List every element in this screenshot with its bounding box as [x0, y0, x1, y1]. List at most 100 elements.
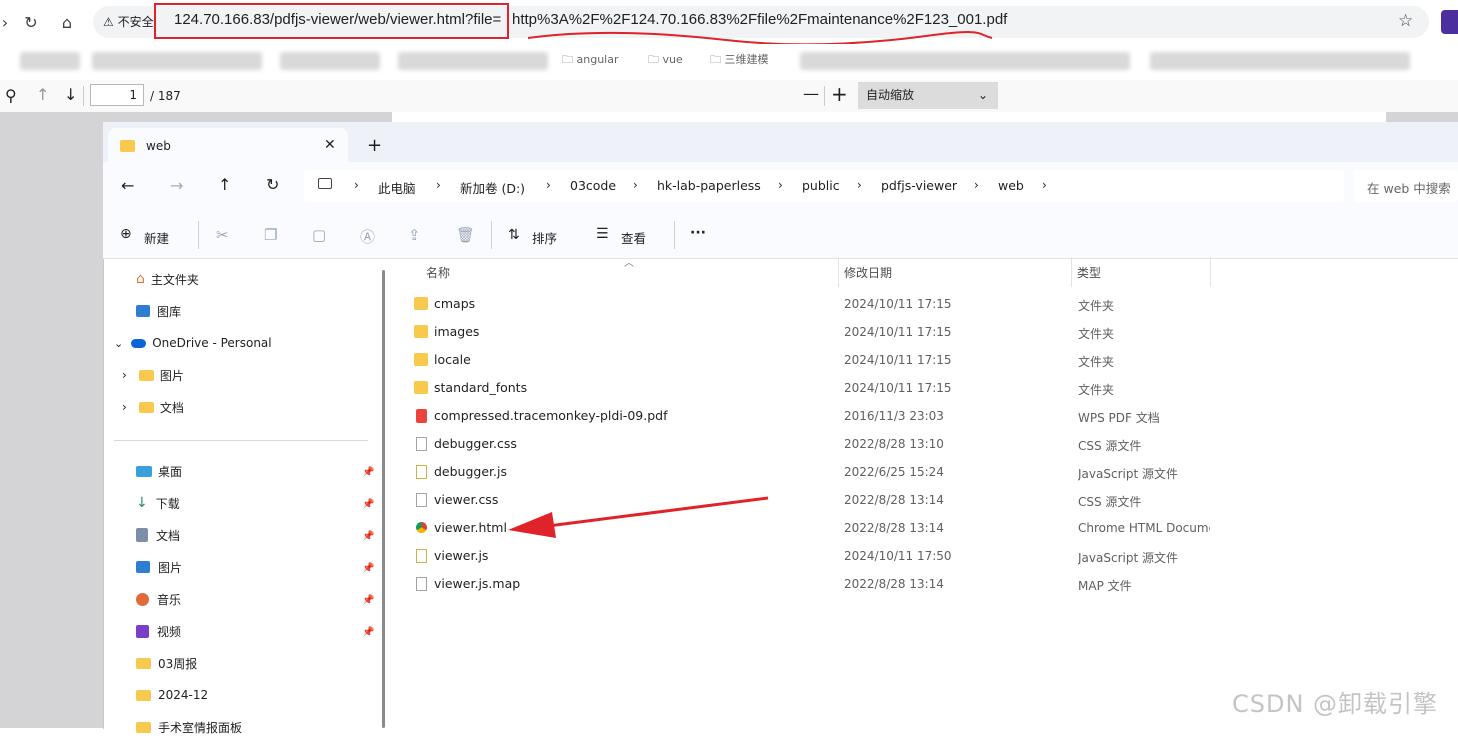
- file-row[interactable]: images 2024/10/11 17:15 文件夹: [404, 318, 1210, 346]
- file-date: 2016/11/3 23:03: [844, 409, 944, 423]
- column-name[interactable]: 名称: [426, 264, 450, 281]
- bookmark-label: angular: [576, 53, 619, 66]
- pin-icon[interactable]: 📌: [362, 627, 374, 638]
- nav-onedrive[interactable]: ⌄ OneDrive - Personal: [114, 328, 272, 358]
- nav-gallery[interactable]: 图库: [136, 296, 181, 326]
- copy-icon[interactable]: ❐: [264, 226, 277, 244]
- nav-downloads[interactable]: ↓ 下载: [136, 488, 180, 518]
- file-type: 文件夹: [1078, 383, 1115, 397]
- pin-icon[interactable]: 📌: [362, 563, 374, 574]
- annotation-underline: [527, 31, 993, 44]
- bookmark-folder[interactable]: 🗀 三维建模: [710, 51, 769, 70]
- file-date: 2024/10/11 17:15: [844, 353, 952, 367]
- url-param[interactable]: http%3A%2F%2F124.70.166.83%2Ffile%2Fmain…: [512, 11, 1007, 28]
- previous-page-icon[interactable]: ↑: [36, 85, 49, 104]
- file-row[interactable]: standard_fonts 2024/10/11 17:15 文件夹: [404, 374, 1210, 402]
- home-icon[interactable]: ⌂: [54, 9, 80, 35]
- file-type: CSS 源文件: [1078, 439, 1142, 453]
- delete-icon[interactable]: 🗑: [456, 226, 475, 244]
- blurred-bookmark: [398, 52, 548, 70]
- nav-videos[interactable]: 视频: [136, 616, 181, 646]
- file-row[interactable]: locale 2024/10/11 17:15 文件夹: [404, 346, 1210, 374]
- column-date[interactable]: 修改日期: [844, 264, 892, 281]
- breadcrumb-item[interactable]: public: [802, 178, 840, 193]
- new-tab-button[interactable]: +: [367, 135, 382, 156]
- new-button[interactable]: 新建: [144, 228, 169, 247]
- forward-icon[interactable]: ›: [0, 9, 18, 35]
- nav-desktop[interactable]: 桌面: [136, 456, 182, 486]
- breadcrumb-item[interactable]: web: [998, 178, 1024, 193]
- file-type: 文件夹: [1078, 355, 1115, 369]
- zoom-in-button[interactable]: +: [831, 82, 848, 106]
- breadcrumb-item[interactable]: 03code: [570, 178, 616, 193]
- file-name: debugger.js: [434, 464, 507, 479]
- chevron-right-icon[interactable]: ›: [122, 400, 127, 414]
- breadcrumb-item[interactable]: 此电脑: [378, 178, 416, 197]
- bookmark-star-icon[interactable]: ☆: [1398, 11, 1413, 31]
- view-icon: ☰: [596, 226, 609, 242]
- nav-pictures[interactable]: 图片: [136, 552, 182, 582]
- nav-home[interactable]: ⌂ 主文件夹: [136, 264, 199, 294]
- nav-weekly[interactable]: 03周报: [136, 648, 197, 678]
- cut-icon[interactable]: ✂: [216, 226, 229, 244]
- chevron-down-icon[interactable]: ⌄: [114, 337, 123, 350]
- nav-scrollbar[interactable]: [382, 270, 385, 728]
- column-divider[interactable]: [838, 257, 839, 287]
- file-row[interactable]: cmaps 2024/10/11 17:15 文件夹: [404, 290, 1210, 318]
- more-options-button[interactable]: ···: [690, 225, 706, 241]
- explorer-tab-web[interactable]: [108, 128, 348, 162]
- bookmark-folder[interactable]: 🗀 angular: [562, 51, 619, 70]
- page-number-input[interactable]: 1: [90, 84, 144, 106]
- nav-label: 视频: [157, 624, 182, 639]
- sort-button[interactable]: 排序: [532, 228, 557, 247]
- file-row[interactable]: debugger.css 2022/8/28 13:10 CSS 源文件: [404, 430, 1210, 458]
- view-button[interactable]: 查看: [621, 228, 646, 247]
- rename-icon[interactable]: Ⓐ: [360, 226, 375, 247]
- chevron-down-icon: ⌄: [977, 88, 988, 102]
- close-tab-icon[interactable]: ✕: [324, 137, 336, 153]
- forward-icon[interactable]: →: [170, 176, 183, 195]
- up-icon[interactable]: ↑: [218, 175, 231, 194]
- zoom-out-button[interactable]: —: [803, 84, 819, 103]
- zoom-select[interactable]: 自动缩放 ⌄: [858, 82, 998, 109]
- folder-icon: [138, 369, 154, 381]
- command-bar: [103, 212, 1458, 259]
- column-type[interactable]: 类型: [1077, 264, 1101, 281]
- file-row[interactable]: compressed.tracemonkey-pldi-09.pdf 2016/1…: [404, 402, 1210, 430]
- chevron-right-icon[interactable]: ›: [122, 368, 127, 382]
- pin-icon[interactable]: 📌: [362, 595, 374, 606]
- paste-icon[interactable]: ▢: [312, 226, 326, 244]
- extension-icon[interactable]: [1441, 10, 1458, 34]
- nav-partial[interactable]: 手术室情报面板: [136, 712, 242, 742]
- chrome-html-icon: [416, 522, 427, 533]
- file-row[interactable]: viewer.js.map 2022/8/28 13:14 MAP 文件: [404, 570, 1210, 598]
- column-divider[interactable]: [1210, 257, 1211, 287]
- nav-2024-12[interactable]: 2024-12: [136, 680, 208, 710]
- file-name: debugger.css: [434, 436, 517, 451]
- nav-label: 文档: [156, 528, 181, 543]
- breadcrumb-item[interactable]: pdfjs-viewer: [881, 178, 957, 193]
- bookmark-folder[interactable]: 🗀 vue: [648, 51, 683, 70]
- share-icon[interactable]: ⇪: [408, 226, 421, 244]
- reload-icon[interactable]: ↻: [18, 9, 44, 35]
- nav-label: 03周报: [158, 656, 198, 671]
- folder-icon: [120, 140, 135, 152]
- back-icon[interactable]: ←: [121, 176, 134, 195]
- file-row[interactable]: debugger.js 2022/6/25 15:24 JavaScript 源文件: [404, 458, 1210, 486]
- breadcrumb-item[interactable]: hk-lab-paperless: [657, 178, 761, 193]
- nav-onedrive-documents[interactable]: › 文档: [122, 392, 184, 422]
- refresh-icon[interactable]: ↻: [266, 175, 279, 194]
- search-icon[interactable]: ⚲: [5, 86, 17, 105]
- pin-icon[interactable]: 📌: [362, 467, 374, 478]
- nav-music[interactable]: 音乐: [136, 584, 181, 614]
- file-row[interactable]: viewer.js 2024/10/11 17:50 JavaScript 源文件: [404, 542, 1210, 570]
- tab-title: web: [146, 139, 171, 153]
- nav-onedrive-pictures[interactable]: › 图片: [122, 360, 184, 390]
- pin-icon[interactable]: 📌: [362, 531, 374, 542]
- nav-documents[interactable]: 文档: [136, 520, 180, 550]
- column-divider[interactable]: [1071, 257, 1072, 287]
- next-page-icon[interactable]: ↓: [64, 85, 77, 104]
- pin-icon[interactable]: 📌: [362, 499, 374, 510]
- breadcrumb-item[interactable]: 新加卷 (D:): [460, 178, 525, 197]
- toolbar-divider: [824, 86, 825, 106]
